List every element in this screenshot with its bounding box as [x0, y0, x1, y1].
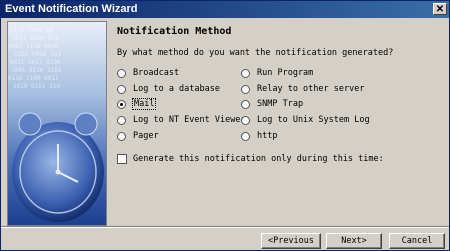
radio-button-icon[interactable] — [117, 115, 126, 125]
radio-button-icon[interactable] — [241, 131, 250, 141]
radio-run-program[interactable]: Run Program — [241, 68, 313, 78]
button-separator — [1, 226, 449, 228]
close-icon: ✕ — [435, 4, 445, 15]
radio-button-icon[interactable] — [241, 68, 250, 78]
svg-text:0011 1011 0100: 0011 1011 0100 — [10, 59, 61, 66]
radio-button-icon[interactable] — [241, 84, 250, 94]
window-title: Event Notification Wizard — [5, 3, 138, 15]
radio-label: SNMP Trap — [257, 99, 304, 109]
radio-log-to-nt-event-viewer[interactable]: Log to NT Event Viewer — [117, 115, 246, 125]
radio-mail[interactable]: Mail — [117, 98, 157, 110]
svg-text:0110 1001 10: 0110 1001 10 — [10, 27, 54, 34]
radio-label: Pager — [133, 131, 159, 141]
radio-label: Relay to other server — [257, 84, 365, 94]
next-button[interactable]: Next> — [326, 233, 382, 249]
radio-button-icon[interactable] — [241, 99, 250, 109]
previous-button[interactable]: <Previous — [261, 233, 321, 249]
radio-button-icon[interactable] — [117, 131, 126, 141]
radio-label: http — [257, 131, 278, 141]
radio-label: Log to Unix System Log — [257, 115, 370, 125]
radio-log-to-database[interactable]: Log to a database — [117, 84, 220, 94]
alarm-clock-art-icon: 0110 1001 10 1011 0100 011 0101 1110 001… — [7, 21, 107, 226]
radio-pager[interactable]: Pager — [117, 131, 159, 141]
wizard-window: Event Notification Wizard ✕ 0110 1001 10… — [0, 0, 450, 251]
radio-http[interactable]: http — [241, 131, 277, 141]
radio-label: Log to NT Event Viewer — [133, 115, 246, 125]
page-title: Notification Method — [117, 26, 232, 37]
radio-log-to-unix-system-log[interactable]: Log to Unix System Log — [241, 115, 370, 125]
wizard-art-image: 0110 1001 10 1011 0100 011 0101 1110 001… — [8, 22, 106, 225]
svg-text:1011 0100 011: 1011 0100 011 — [12, 35, 59, 42]
cancel-button[interactable]: Cancel — [389, 233, 445, 249]
svg-text:0101 1110 0010: 0101 1110 0010 — [8, 43, 59, 50]
method-question: By what method do you want the notificat… — [117, 48, 394, 58]
checkbox-icon[interactable] — [117, 154, 127, 164]
svg-text:1001 0110 1101: 1001 0110 1101 — [11, 67, 62, 74]
radio-label: Mail — [131, 98, 157, 110]
radio-label: Log to a database — [133, 84, 220, 94]
radio-button-icon[interactable] — [117, 68, 126, 78]
radio-broadcast[interactable]: Broadcast — [117, 68, 179, 78]
radio-button-icon[interactable] — [117, 84, 126, 94]
title-bar[interactable]: Event Notification Wizard ✕ — [1, 1, 449, 18]
radio-button-icon[interactable] — [241, 115, 250, 125]
svg-text:1010 0101 110: 1010 0101 110 — [13, 83, 60, 90]
radio-label: Broadcast — [133, 68, 180, 78]
time-restriction-checkbox[interactable]: Generate this notification only during t… — [117, 154, 384, 164]
radio-label: Run Program — [257, 68, 314, 78]
radio-relay-to-other-server[interactable]: Relay to other server — [241, 84, 364, 94]
svg-text:1101 0010 101: 1101 0010 101 — [14, 51, 61, 58]
radio-button-selected-icon[interactable] — [117, 99, 126, 109]
checkbox-label: Generate this notification only during t… — [133, 154, 384, 164]
wizard-body: 0110 1001 10 1011 0100 011 0101 1110 001… — [1, 18, 449, 250]
svg-text:0110 1100 0011: 0110 1100 0011 — [8, 75, 59, 82]
close-button[interactable]: ✕ — [433, 3, 447, 15]
radio-snmp-trap[interactable]: SNMP Trap — [241, 99, 303, 109]
